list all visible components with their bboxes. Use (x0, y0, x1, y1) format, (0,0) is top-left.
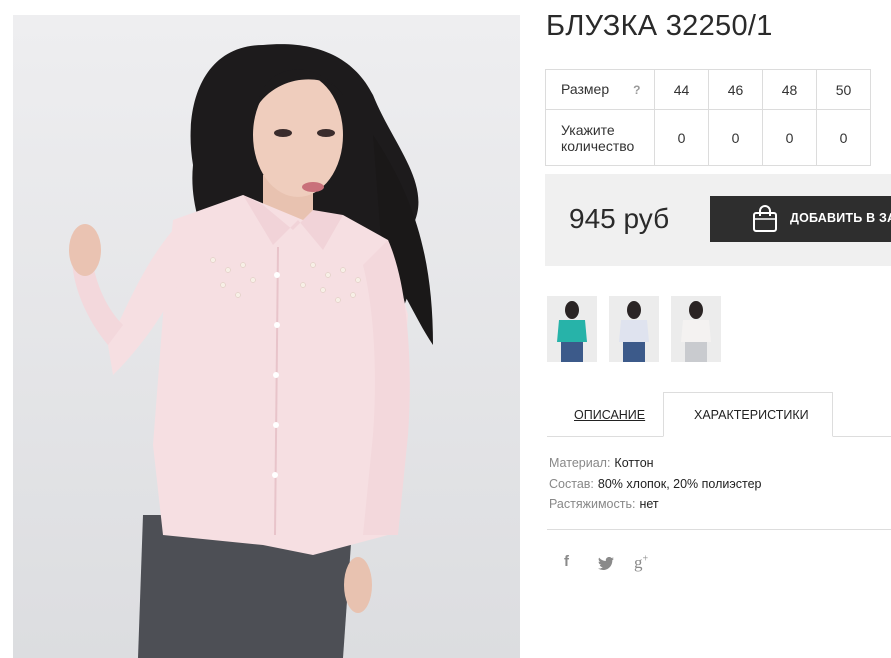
size-row: Размер? 44 46 48 50 (545, 69, 871, 110)
tab-description[interactable]: ОПИСАНИЕ (547, 392, 663, 437)
product-main-photo[interactable] (13, 15, 520, 658)
quantity-row: Укажите количество 0 0 0 0 (545, 109, 871, 166)
tab-characteristics[interactable]: ХАРАКТЕРИСТИКИ (663, 392, 833, 437)
shopping-bag-icon (753, 205, 777, 232)
spec-stretch: Растяжимость: нет (549, 497, 659, 511)
tab-description-label: ОПИСАНИЕ (574, 408, 646, 422)
thumbnail-teal[interactable] (547, 296, 597, 362)
more-dots-icon[interactable]: ⋮ (884, 14, 891, 34)
facebook-icon[interactable]: f (564, 553, 569, 570)
size-table: Размер? 44 46 48 50 Укажите количество 0… (545, 69, 871, 166)
quantity-input-50[interactable]: 0 (816, 109, 871, 166)
add-to-order-button[interactable]: ДОБАВИТЬ В ЗАКАЗ (710, 196, 891, 242)
twitter-icon[interactable] (598, 557, 614, 570)
size-48[interactable]: 48 (762, 69, 817, 110)
quantity-label: Укажите количество (545, 109, 655, 166)
quantity-input-48[interactable]: 0 (762, 109, 817, 166)
spec-key: Состав: (549, 477, 594, 491)
spec-value: нет (639, 497, 659, 511)
price-panel: 945 руб ДОБАВИТЬ В ЗАКАЗ (545, 174, 891, 266)
thumbnail-white[interactable] (671, 296, 721, 362)
tab-characteristics-label: ХАРАКТЕРИСТИКИ (694, 408, 809, 422)
size-label-cell: Размер? (545, 69, 655, 110)
quantity-input-44[interactable]: 0 (654, 109, 709, 166)
quantity-input-46[interactable]: 0 (708, 109, 763, 166)
google-plus-icon[interactable]: g+ (634, 553, 648, 573)
add-to-order-label: ДОБАВИТЬ В ЗАКАЗ (790, 211, 891, 225)
size-label: Размер (561, 81, 610, 97)
size-50[interactable]: 50 (816, 69, 871, 110)
product-title: БЛУЗКА 32250/1 (546, 10, 773, 42)
spec-composition: Состав: 80% хлопок, 20% полиэстер (549, 477, 761, 491)
size-help-icon[interactable]: ? (633, 83, 640, 97)
spec-value: 80% хлопок, 20% полиэстер (597, 477, 762, 491)
size-46[interactable]: 46 (708, 69, 763, 110)
size-44[interactable]: 44 (654, 69, 709, 110)
spec-key: Материал: (549, 456, 611, 470)
spec-key: Растяжимость: (549, 497, 636, 511)
specs-divider (547, 529, 891, 530)
spec-material: Материал: Коттон (549, 456, 654, 470)
spec-value: Коттон (614, 456, 654, 470)
price-value: 945 руб (569, 203, 670, 234)
thumbnail-lilac[interactable] (609, 296, 659, 362)
